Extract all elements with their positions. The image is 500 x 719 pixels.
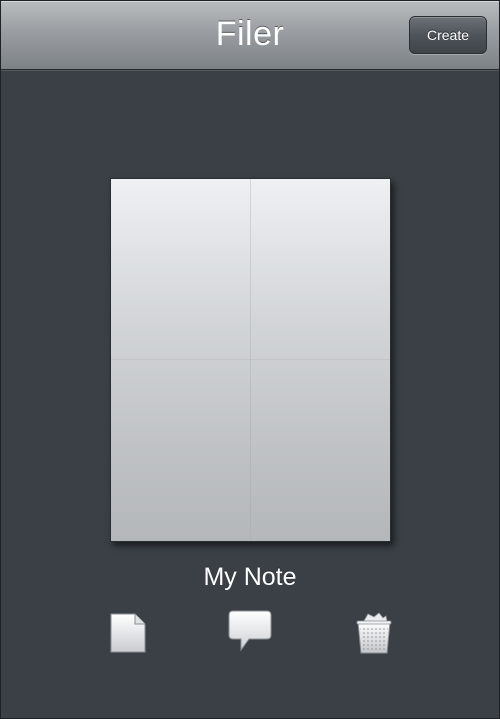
page-grid-line xyxy=(250,179,251,541)
note-thumbnail[interactable] xyxy=(110,178,391,542)
note-title[interactable]: My Note xyxy=(1,563,499,592)
page-grid-line xyxy=(111,359,390,360)
trash-icon[interactable] xyxy=(354,611,394,655)
document-icon[interactable] xyxy=(109,613,147,653)
create-button[interactable]: Create xyxy=(409,16,487,54)
app-window: Filer Create My Note xyxy=(0,0,500,719)
navigation-bar: Filer Create xyxy=(1,1,499,70)
comment-icon[interactable] xyxy=(227,609,273,653)
